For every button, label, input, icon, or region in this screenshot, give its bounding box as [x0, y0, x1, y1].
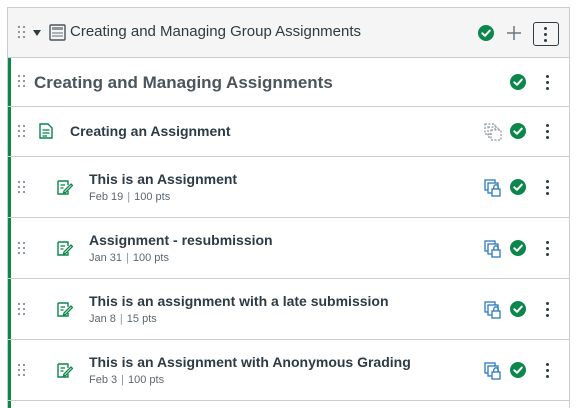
module-item-partial[interactable] [8, 401, 569, 408]
module-item-subheader[interactable]: Creating and Managing Assignments [8, 58, 569, 107]
module-menu-button[interactable] [533, 22, 559, 46]
item-meta: Jan 8 | 15 pts [89, 313, 157, 325]
kebab-menu-icon[interactable] [546, 180, 550, 195]
published-stripe [8, 340, 11, 400]
blueprint-unlocked-icon[interactable] [484, 123, 502, 141]
published-check-icon[interactable] [510, 179, 526, 195]
blueprint-locked-icon[interactable] [484, 240, 502, 258]
points: 100 pts [128, 374, 165, 386]
item-meta: Feb 19 | 100 pts [89, 191, 170, 203]
due-date: Feb 19 [89, 191, 124, 203]
published-check-icon[interactable] [510, 74, 526, 90]
module-container: Creating and Managing Group Assignments … [7, 7, 570, 408]
points: 100 pts [132, 252, 169, 264]
published-check-icon[interactable] [510, 240, 526, 256]
published-check-icon[interactable] [478, 25, 494, 41]
caret-down-icon[interactable] [33, 30, 41, 36]
published-stripe [8, 279, 11, 339]
item-meta: Feb 3 | 100 pts [89, 374, 164, 386]
module-item-page[interactable]: Creating an Assignment [8, 107, 569, 157]
drag-handle-icon[interactable] [18, 242, 26, 256]
published-stripe [8, 218, 11, 278]
points: 15 pts [126, 313, 157, 325]
published-check-icon[interactable] [510, 301, 526, 317]
due-date: Jan 31 [89, 252, 123, 264]
drag-handle-icon[interactable] [18, 364, 26, 378]
published-check-icon[interactable] [510, 123, 526, 139]
kebab-menu-icon[interactable] [546, 75, 550, 90]
drag-handle-icon[interactable] [18, 303, 26, 317]
assignment-icon [57, 241, 73, 256]
due-date: Feb 3 [89, 374, 118, 386]
module-title[interactable]: Creating and Managing Group Assignments [70, 23, 361, 40]
published-stripe [8, 107, 11, 156]
assignment-icon [57, 363, 73, 378]
item-meta: Jan 31 | 100 pts [89, 252, 169, 264]
meta-separator: | [126, 252, 129, 264]
subheader-title: Creating and Managing Assignments [34, 73, 333, 92]
blueprint-locked-icon[interactable] [484, 301, 502, 319]
item-title[interactable]: This is an Assignment with Anonymous Gra… [89, 354, 411, 370]
meta-separator: | [119, 313, 123, 325]
meta-separator: | [121, 374, 124, 386]
blueprint-locked-icon[interactable] [484, 179, 502, 197]
published-stripe [8, 401, 11, 408]
meta-separator: | [127, 191, 131, 203]
plus-icon[interactable] [506, 25, 522, 41]
module-item-assignment[interactable]: Assignment - resubmission Jan 31 | 100 pts [8, 218, 569, 279]
assignment-icon [57, 180, 73, 195]
drag-handle-icon[interactable] [18, 75, 26, 89]
module-item-assignment[interactable]: This is an Assignment Feb 19 | 100 pts [8, 157, 569, 218]
drag-handle-icon[interactable] [18, 125, 26, 139]
item-title[interactable]: This is an assignment with a late submis… [89, 293, 389, 309]
kebab-menu-icon[interactable] [546, 302, 550, 317]
due-date: Jan 8 [89, 313, 116, 325]
item-title[interactable]: Creating an Assignment [70, 123, 231, 139]
module-icon [49, 24, 66, 41]
drag-handle-icon[interactable] [18, 26, 26, 40]
kebab-menu-icon[interactable] [546, 124, 550, 139]
published-stripe [8, 157, 11, 217]
kebab-menu-icon[interactable] [546, 363, 550, 378]
kebab-menu-icon [544, 27, 548, 42]
item-title[interactable]: This is an Assignment [89, 171, 237, 187]
page-icon [39, 123, 53, 139]
item-title[interactable]: Assignment - resubmission [89, 232, 273, 248]
drag-handle-icon[interactable] [18, 181, 26, 195]
published-check-icon[interactable] [510, 362, 526, 378]
module-item-assignment[interactable]: This is an Assignment with Anonymous Gra… [8, 340, 569, 401]
kebab-menu-icon[interactable] [546, 241, 550, 256]
assignment-icon [57, 302, 73, 317]
points: 100 pts [134, 191, 171, 203]
module-item-assignment[interactable]: This is an assignment with a late submis… [8, 279, 569, 340]
module-header[interactable]: Creating and Managing Group Assignments [8, 8, 569, 58]
published-stripe [8, 58, 11, 106]
blueprint-locked-icon[interactable] [484, 362, 502, 380]
